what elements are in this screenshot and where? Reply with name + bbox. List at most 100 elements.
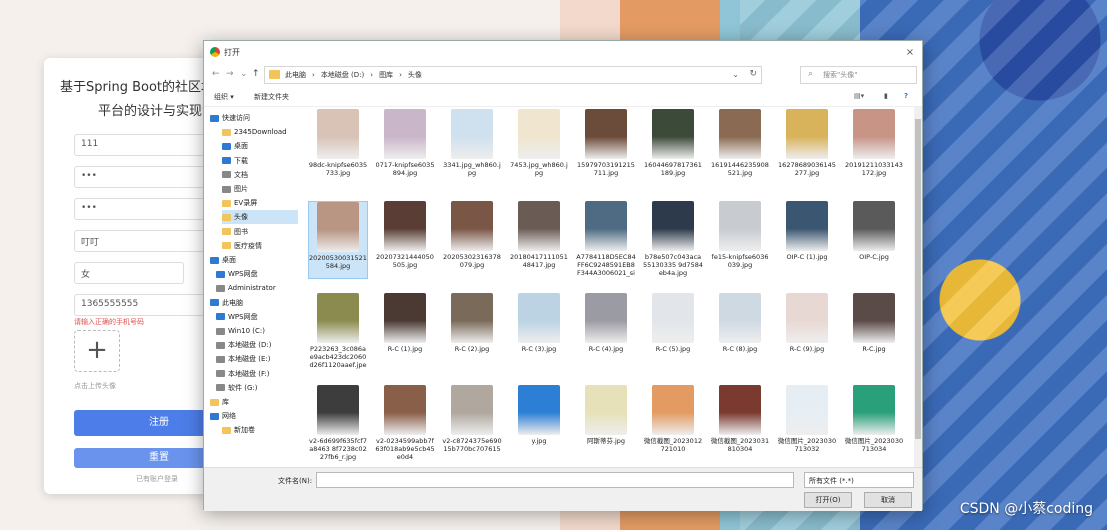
nav-item[interactable]: 下载 [222,154,298,168]
nav-item[interactable]: 图片 [222,182,298,196]
nav-item[interactable]: 医疗疫情 [222,239,298,253]
nav-item[interactable]: 软件 (G:) [216,381,298,395]
file-item[interactable]: 16278689036145277.jpg [777,109,837,185]
search-placeholder: 搜索"头像" [823,71,858,79]
file-item[interactable]: 20205302316378079.jpg [442,201,502,277]
file-item[interactable]: 15979703191215711.jpg [576,109,636,185]
file-item[interactable]: 微信图片_2023030713032 [777,385,837,461]
file-item[interactable]: b78e507c043aca55130335 9d7584eb4a.jpg [643,201,703,277]
nav-item[interactable]: 桌面 [210,253,298,267]
nav-item[interactable]: 桌面 [222,139,298,153]
preview-pane-icon[interactable]: ▮ [884,92,888,100]
file-item[interactable]: 3341.jpg_wh860.jpg [442,109,502,185]
file-item[interactable]: R-C (4).jpg [576,293,636,369]
file-item[interactable]: y.jpg [509,385,569,461]
nav-item[interactable]: WPS网盘 [216,267,298,281]
scrollbar[interactable] [914,107,922,467]
file-item[interactable]: 20200530031521584.jpg [308,201,368,279]
nav-item[interactable]: 2345Download [222,125,298,139]
up-icon[interactable]: ↑ [252,69,260,79]
file-name: A7784118D5EC84FF6C9248591EB8F344A3006021… [576,253,636,277]
nav-item[interactable]: EV录屏 [222,196,298,210]
file-name: 2018041711105148417.jpg [510,253,568,269]
recent-dropdown-icon[interactable]: ⌄ [240,69,248,79]
help-icon[interactable]: ? [904,92,908,100]
file-thumbnail [853,385,895,435]
file-thumbnail [451,201,493,251]
file-item[interactable]: OIP-C (1).jpg [777,201,837,277]
file-thumbnail [652,109,694,159]
nav-item[interactable]: 本地磁盘 (F:) [216,367,298,381]
scrollbar-thumb[interactable] [915,119,921,439]
nav-item[interactable]: 库 [210,395,298,409]
nav-item[interactable]: 头像 [222,210,298,225]
file-item[interactable]: R-C (1).jpg [375,293,435,369]
folder-icon [222,142,231,150]
close-icon[interactable]: × [898,47,922,58]
filename-input[interactable] [316,472,794,488]
breadcrumb-0[interactable]: 此电脑 [285,70,306,80]
chevron-down-icon[interactable]: ⌄ [732,70,739,79]
file-item[interactable]: 阿斯蒂芬.jpg [576,385,636,461]
file-item[interactable]: R-C.jpg [844,293,904,369]
gender-select[interactable]: 女 [74,262,184,284]
file-item[interactable]: OIP-C.jpg [844,201,904,277]
filetype-select[interactable]: 所有文件 (*.*) [804,472,914,488]
file-item[interactable]: v2-c8724375e69015b770bc707615 [442,385,502,461]
address-bar[interactable]: 此电脑 › 本地磁盘 (D:) › 图库 › 头像 ⌄ ↻ [264,66,762,84]
file-item[interactable]: fe15-knipfse6036039.jpg [710,201,770,277]
file-item[interactable]: R-C (5).jpg [643,293,703,369]
file-thumbnail [384,201,426,251]
view-options-icon[interactable]: ▤▾ [854,92,864,100]
file-item[interactable]: 20207321444050505.jpg [375,201,435,277]
nav-item[interactable]: 图书 [222,225,298,239]
nav-item[interactable]: 新加卷 [222,423,298,437]
folder-icon [216,341,225,349]
file-item[interactable]: 16044697817361189.jpg [643,109,703,185]
file-item[interactable]: 0717-knipfse6035894.jpg [375,109,435,185]
nav-item[interactable]: Administrator [216,281,298,295]
open-button[interactable]: 打开(O) [804,492,852,508]
breadcrumb-3[interactable]: 头像 [408,70,422,80]
nav-item[interactable]: 网络 [210,409,298,423]
nav-item[interactable]: 文档 [222,168,298,182]
forward-icon[interactable]: → [226,69,234,79]
folder-icon [216,270,225,278]
nav-item[interactable]: 本地磁盘 (E:) [216,352,298,366]
new-folder-button[interactable]: 新建文件夹 [254,92,289,102]
search-input[interactable]: ⌕ 搜索"头像" [800,66,917,84]
file-item[interactable]: 98dc-knipfse6035733.jpg [308,109,368,185]
search-icon: ⌕ [808,69,814,79]
file-name: 微信截图_2023012721010 [643,437,703,453]
file-item[interactable]: 16191446235908521.jpg [710,109,770,185]
refresh-icon[interactable]: ↻ [749,69,757,79]
file-item[interactable]: 微信图片_2023030713034 [844,385,904,461]
file-thumbnail [317,202,359,252]
file-item[interactable]: v2-6d699f635fcf7a8463 8f7238c0227fb6_r.j… [308,385,368,461]
login-link[interactable]: 已有账户登录 [136,474,178,484]
organize-menu[interactable]: 组织 ▾ [214,92,234,102]
file-item[interactable]: 7453.jpg_wh860.jpg [509,109,569,185]
breadcrumb-2[interactable]: 图库 [379,70,393,80]
nav-item-label: 快速访问 [222,114,250,122]
nav-item[interactable]: 快速访问 [210,111,298,125]
file-item[interactable]: P223263_3c086ae9acb423dc2060d26f1120aaef… [308,293,368,369]
file-item[interactable]: 20191211033143172.jpg [844,109,904,185]
file-item[interactable]: R-C (9).jpg [777,293,837,369]
nav-item[interactable]: Win10 (C:) [216,324,298,338]
file-item[interactable]: 2018041711105148417.jpg [509,201,569,277]
file-item[interactable]: 微信截图_2023031810304 [710,385,770,461]
nav-item[interactable]: 此电脑 [210,296,298,310]
cancel-button[interactable]: 取消 [864,492,912,508]
file-item[interactable]: R-C (3).jpg [509,293,569,369]
file-item[interactable]: v2-0234599abb7f63f018ab9e5cb45e0d4 [375,385,435,461]
nav-item[interactable]: WPS网盘 [216,310,298,324]
file-item[interactable]: A7784118D5EC84FF6C9248591EB8F344A3006021… [576,201,636,277]
avatar-upload-button[interactable]: + [74,330,120,372]
nav-item[interactable]: 本地磁盘 (D:) [216,338,298,352]
back-icon[interactable]: ← [212,69,220,79]
file-item[interactable]: 微信截图_2023012721010 [643,385,703,461]
breadcrumb-1[interactable]: 本地磁盘 (D:) [321,70,364,80]
file-item[interactable]: R-C (8).jpg [710,293,770,369]
file-item[interactable]: R-C (2).jpg [442,293,502,369]
